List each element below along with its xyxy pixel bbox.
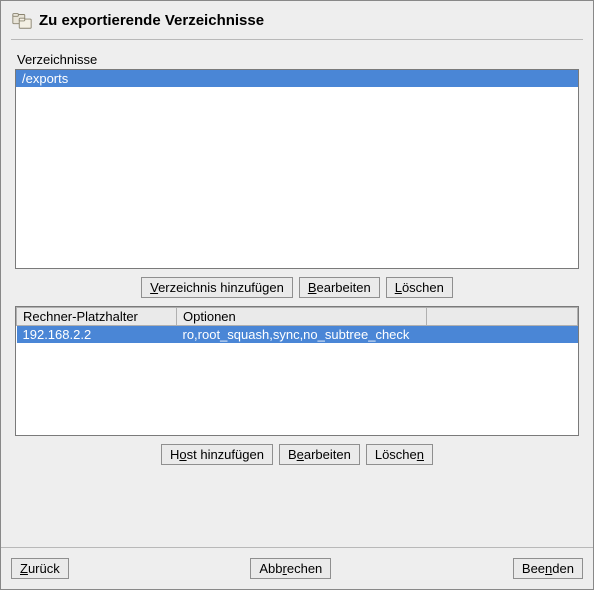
add-directory-button[interactable]: Verzeichnis hinzufügen bbox=[141, 277, 293, 298]
hosts-table[interactable]: Rechner-Platzhalter Optionen 192.168.2.2… bbox=[16, 307, 578, 343]
column-header-empty bbox=[427, 308, 578, 326]
directories-listbox[interactable]: /exports bbox=[15, 69, 579, 269]
cancel-button[interactable]: Abbrechen bbox=[250, 558, 331, 579]
dialog-title: Zu exportierende Verzeichnisse bbox=[39, 12, 264, 29]
column-header-options[interactable]: Optionen bbox=[177, 308, 427, 326]
add-host-button[interactable]: Host hinzufügen bbox=[161, 444, 273, 465]
divider bbox=[11, 39, 583, 40]
directories-label: Verzeichnisse bbox=[17, 52, 579, 67]
back-button[interactable]: Zurück bbox=[11, 558, 69, 579]
host-row[interactable]: 192.168.2.2ro,root_squash,sync,no_subtre… bbox=[17, 326, 578, 344]
column-header-host[interactable]: Rechner-Platzhalter bbox=[17, 308, 177, 326]
edit-directory-button[interactable]: Bearbeiten bbox=[299, 277, 380, 298]
delete-host-button[interactable]: Löschen bbox=[366, 444, 433, 465]
directory-row[interactable]: /exports bbox=[16, 70, 578, 87]
empty-cell bbox=[427, 326, 578, 344]
host-cell: 192.168.2.2 bbox=[17, 326, 177, 344]
export-folders-icon bbox=[11, 9, 33, 31]
edit-host-button[interactable]: Bearbeiten bbox=[279, 444, 360, 465]
options-cell: ro,root_squash,sync,no_subtree_check bbox=[177, 326, 427, 344]
hosts-table-container[interactable]: Rechner-Platzhalter Optionen 192.168.2.2… bbox=[15, 306, 579, 436]
delete-directory-button[interactable]: Löschen bbox=[386, 277, 453, 298]
finish-button[interactable]: Beenden bbox=[513, 558, 583, 579]
